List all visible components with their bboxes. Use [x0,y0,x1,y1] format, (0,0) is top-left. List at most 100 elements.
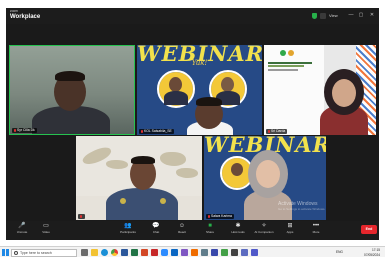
slide-logo-icon [288,50,294,56]
toolbar-share-button[interactable]: ■ Share [198,222,222,240]
tray-time[interactable]: 17:15 [356,248,380,252]
view-button[interactable]: View [329,13,338,19]
mic-muted-icon [141,129,143,133]
search-placeholder: Type here to search [20,250,52,255]
minimize-icon[interactable]: — [347,11,355,20]
participant-name: Sri Darda [271,129,286,133]
uniform-badge [120,198,126,204]
participant-name: Salwa Karima [211,214,232,218]
mail-icon[interactable] [171,249,178,256]
participant-hair [196,97,222,106]
ai-companion-icon: ✧ [261,223,267,229]
slide-text-line [268,65,304,67]
mic-muted-icon [80,214,82,218]
participants-icon: 👥 [124,223,132,229]
chrome-browser-icon[interactable] [111,249,118,256]
windows-start-icon[interactable] [2,249,9,256]
word-icon[interactable] [121,249,128,256]
activation-watermark-sub: Go to Settings to activate Windows. [278,207,326,211]
title-bar: zoom Workplace View — ▢ ✕ [6,8,379,24]
toolbar-video-button[interactable]: ▭ Video [34,222,58,240]
toolbar-participants-button[interactable]: 👥 Participants [116,222,140,240]
maximize-icon[interactable]: ▢ [357,11,365,20]
windows-taskbar: Type here to search ENG 17:15 07/05/2024 [0,246,385,257]
toolbar-label: AI Companion [254,230,274,234]
zoom-app-icon[interactable] [161,249,168,256]
speaker-photo-left-body [164,91,188,105]
participant-hair [131,156,155,164]
toolbar-label: Apps [286,230,294,234]
teams-icon[interactable] [251,249,258,256]
toolbar-react-button[interactable]: ☺ React [170,222,194,240]
participant-name: Syr Cilla Dk [17,128,35,132]
search-icon [14,250,18,255]
toolbar-more-button[interactable]: ••• More [304,222,328,240]
toolbar-label: Host tools [231,230,245,234]
toolbar-label: Chat [152,230,160,234]
react-icon: ☺ [178,223,186,229]
powerpoint-icon[interactable] [141,249,148,256]
pdf-reader-icon[interactable] [151,249,158,256]
toolbar-label: Video [42,230,50,234]
speaker-photo-left-face [169,77,182,92]
app-title: Workplace [10,14,41,20]
taskbar-search-input[interactable]: Type here to search [11,248,77,257]
tray-language[interactable]: ENG [336,250,343,254]
calculator-icon[interactable] [231,249,238,256]
toolbar-apps-button[interactable]: ⊞ Apps [278,222,302,240]
participant-name-tag: KOL Salsabila_SE [139,129,174,134]
settings-icon[interactable] [201,249,208,256]
video-tile-webinar[interactable]: WEBINAR Yuk! KOL Salsabila_SE [137,45,262,135]
mic-icon: 🎤 [18,223,26,229]
excel-icon[interactable] [131,249,138,256]
share-icon: ■ [208,223,212,229]
participant-name: KOL Salsabila_SE [144,129,172,133]
close-icon[interactable]: ✕ [368,11,376,20]
mic-muted-icon [14,128,16,132]
participant-hair [55,71,85,81]
mic-muted-icon [268,129,270,133]
meeting-toolbar: 🎤 Unmute ▭ Video 👥 Participants 💬 Chat ☺… [6,221,379,240]
participant-body [106,188,178,220]
participant-name-tag: Salwa Karima [206,214,234,219]
tray-date[interactable]: 07/05/2024 [352,253,380,257]
toolbar-label: React [178,230,186,234]
slide-text-line [268,62,312,64]
video-tile-presenter[interactable]: Sri Darda [264,45,376,135]
edge-browser-icon[interactable] [101,249,108,256]
file-explorer-icon[interactable] [91,249,98,256]
shield-icon[interactable] [312,13,317,19]
slide-text-line [268,69,298,71]
meeting-window: zoom Workplace View — ▢ ✕ Syr Cilla Dk W… [6,8,379,240]
map-island [106,160,128,169]
slide-background [264,45,324,135]
store-icon[interactable] [211,249,218,256]
more-icon: ••• [312,223,320,229]
participant-face [332,79,356,107]
toolbar-host-tools-button[interactable]: ✱ Host tools [226,222,250,240]
video-tile-speaker[interactable]: Syr Cilla Dk [9,45,135,135]
toolbar-ai-companion-button[interactable]: ✧ AI Companion [252,222,276,240]
media-player-icon[interactable] [191,249,198,256]
toolbar-label: Participants [120,230,136,234]
apps-icon: ⊞ [287,223,293,229]
participant-name-tag [78,214,85,219]
toolbar-label: More [312,230,320,234]
participant-face [256,160,280,188]
speaker-photo-left-face [231,163,243,176]
banner-subtitle: Yuk! [191,59,208,67]
speaker-photo-right-face [221,77,234,92]
video-tile-participant[interactable] [76,136,202,220]
photos-icon[interactable] [181,249,188,256]
toolbar-chat-button[interactable]: 💬 Chat [144,222,168,240]
end-meeting-button[interactable]: End [361,225,377,234]
mic-muted-icon [208,214,210,218]
participant-name-tag: Syr Cilla Dk [12,128,37,133]
toolbar-label: Unmute [16,230,28,234]
camera-icon[interactable] [241,249,248,256]
toolbar-unmute-button[interactable]: 🎤 Unmute [10,222,34,240]
grid-icon[interactable] [320,13,326,19]
notes-icon[interactable] [221,249,228,256]
map-island [160,152,186,166]
task-view-icon[interactable] [81,249,88,256]
